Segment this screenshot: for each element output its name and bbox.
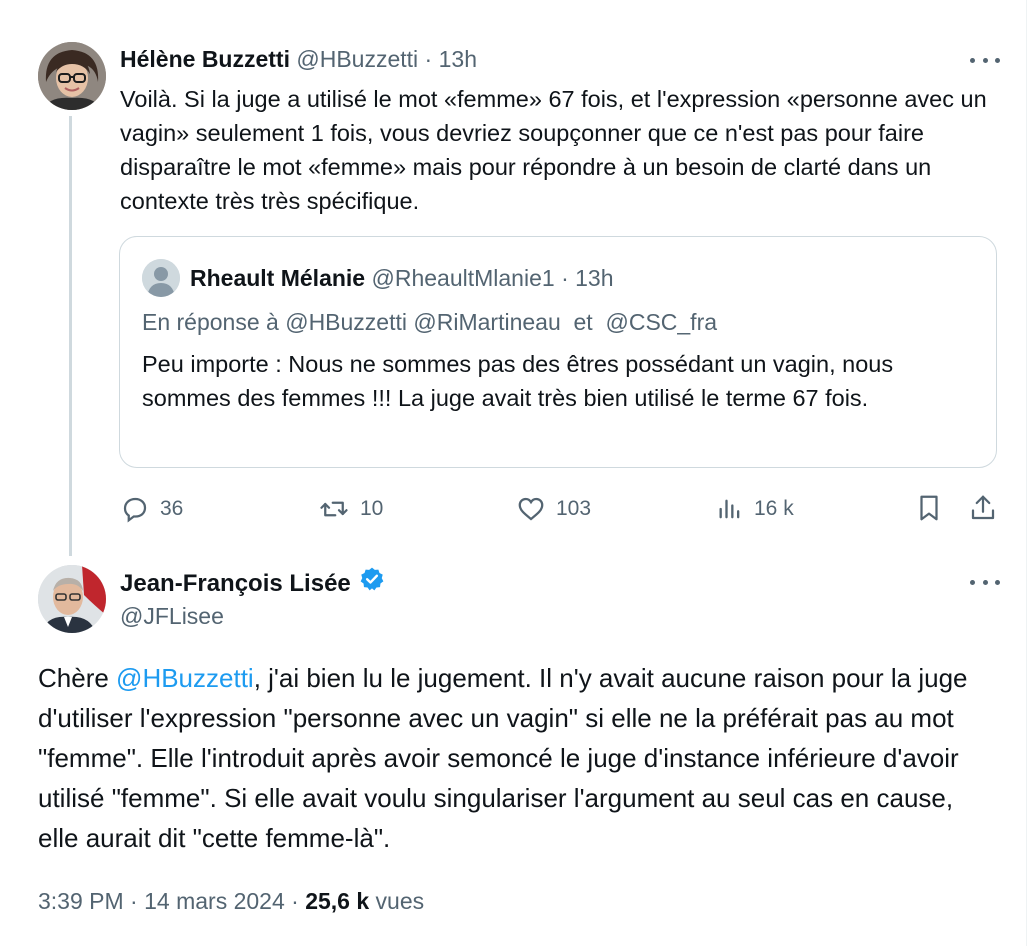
bookmark-icon bbox=[920, 495, 938, 521]
author-name[interactable]: Hélène Buzzetti bbox=[120, 46, 290, 72]
tweet-text: Voilà. Si la juge a utilisé le mot «femm… bbox=[120, 86, 987, 214]
text-prefix: Chère bbox=[38, 663, 117, 693]
tweet-header: Hélène Buzzetti @HBuzzetti · 13h bbox=[120, 44, 477, 74]
views-count: 25,6 k bbox=[305, 888, 370, 914]
separator: · bbox=[291, 888, 299, 914]
separator: · bbox=[424, 46, 433, 72]
more-icon[interactable] bbox=[970, 50, 1000, 70]
quote-header: Rheault Mélanie @RheaultMlanie1 · 13h bbox=[190, 263, 614, 293]
heart-icon bbox=[518, 497, 544, 521]
reply-icon bbox=[123, 497, 147, 523]
reply-count: 36 bbox=[160, 497, 184, 520]
separator: · bbox=[561, 265, 569, 291]
post-date[interactable]: 14 mars 2024 bbox=[144, 888, 285, 914]
author-handle[interactable]: @JFLisee bbox=[120, 600, 224, 632]
mention-link[interactable]: @HBuzzetti bbox=[116, 663, 254, 693]
quoted-tweet[interactable]: Rheault Mélanie @RheaultMlanie1 · 13h En… bbox=[119, 236, 997, 468]
like-count: 103 bbox=[556, 497, 592, 520]
quote-author-handle: @RheaultMlanie1 bbox=[371, 265, 555, 291]
quote-timestamp: 13h bbox=[575, 265, 614, 291]
action-bar: 36 10 103 16 k bbox=[120, 492, 1000, 528]
bookmark-button[interactable] bbox=[914, 492, 944, 524]
reply-mention[interactable]: @CSC_fra bbox=[605, 309, 717, 335]
more-icon[interactable] bbox=[970, 572, 1000, 592]
reply-button[interactable]: 36 bbox=[120, 494, 183, 524]
reply-prefix: En réponse à bbox=[142, 309, 279, 335]
timestamp[interactable]: 13h bbox=[439, 46, 477, 72]
tweet-text: Chère @HBuzzetti, j'ai bien lu le jugeme… bbox=[38, 658, 998, 858]
repost-count: 10 bbox=[360, 497, 384, 520]
avatar bbox=[142, 259, 180, 297]
thread-connector-line bbox=[69, 116, 72, 556]
views-count: 16 k bbox=[754, 497, 794, 520]
reply-mention[interactable]: @HBuzzetti bbox=[285, 309, 407, 335]
repost-icon bbox=[320, 501, 348, 517]
verified-badge-icon[interactable] bbox=[359, 566, 385, 601]
views-icon bbox=[719, 499, 740, 519]
views-label: vues bbox=[375, 888, 425, 914]
share-icon bbox=[971, 495, 995, 520]
reply-context: En réponse à @HBuzzetti @RiMartineau et … bbox=[142, 307, 717, 337]
author-name-row: Jean-François Lisée bbox=[120, 566, 385, 601]
tweet-meta: 3:39 PM · 14 mars 2024 · 25,6 k vues bbox=[38, 884, 424, 918]
separator: · bbox=[130, 888, 138, 914]
avatar[interactable] bbox=[38, 565, 106, 633]
like-button[interactable]: 103 bbox=[516, 494, 591, 524]
reply-and: et bbox=[573, 309, 593, 335]
views-button[interactable]: 16 k bbox=[716, 494, 794, 524]
author-name[interactable]: Jean-François Lisée bbox=[120, 568, 351, 600]
timeline-border bbox=[1026, 0, 1027, 946]
quote-text: Peu importe : Nous ne sommes pas des êtr… bbox=[142, 351, 894, 411]
reply-mention[interactable]: @RiMartineau bbox=[413, 309, 560, 335]
share-button[interactable] bbox=[968, 492, 998, 524]
avatar[interactable] bbox=[38, 42, 106, 110]
post-time[interactable]: 3:39 PM bbox=[38, 888, 124, 914]
author-handle[interactable]: @HBuzzetti bbox=[296, 46, 418, 72]
quote-author-name: Rheault Mélanie bbox=[190, 265, 366, 291]
repost-button[interactable]: 10 bbox=[318, 494, 383, 524]
